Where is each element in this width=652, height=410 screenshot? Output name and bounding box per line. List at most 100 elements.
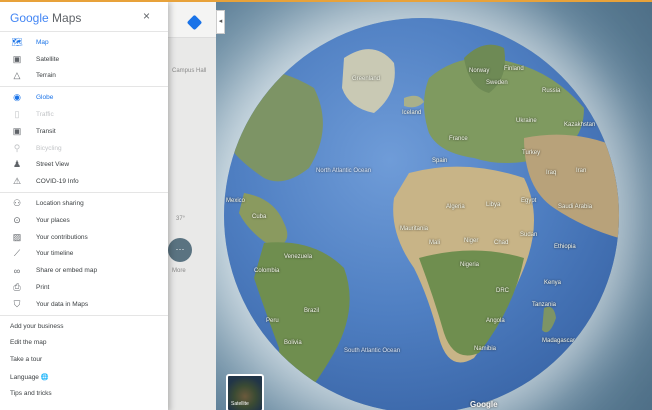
satellite-thumb-label: Satellite	[231, 401, 249, 407]
menu-item-your-data-in-maps[interactable]: ⛉ Your data in Maps	[0, 296, 168, 313]
menu-item-terrain[interactable]: △ Terrain	[0, 68, 168, 85]
transit-icon: ▣	[12, 125, 22, 136]
location-sharing-icon: ⚇	[12, 198, 22, 209]
globe[interactable]: Greenland Iceland Norway Sweden Finland …	[224, 18, 619, 410]
map-icon: 🗺	[11, 36, 23, 47]
place-label: Iceland	[402, 110, 422, 116]
place-label: Venezuela	[284, 254, 313, 260]
menu-item-globe[interactable]: ◉ Globe	[0, 89, 168, 106]
ocean-label: North Atlantic Ocean	[316, 168, 372, 174]
menu-item-label: Your places	[36, 216, 70, 224]
menu-item-label: Print	[36, 284, 50, 292]
menu-link-add-your-business[interactable]: Add your business	[0, 318, 168, 335]
menu-item-satellite[interactable]: ▣ Satellite	[0, 51, 168, 68]
side-menu: Google Maps × 🗺 Map ▣ Satellite △ Terrain ◉ Gl…	[0, 2, 168, 410]
print-icon: ⎙	[13, 282, 21, 293]
links-group: Add your business Edit the map Take a tour…	[0, 316, 168, 402]
place-label: Nigeria	[460, 262, 480, 268]
menu-item-map[interactable]: 🗺 Map	[0, 34, 168, 51]
place-label: Brazil	[304, 308, 320, 314]
place-label: Angola	[486, 318, 505, 324]
menu-item-label: Share or embed map	[36, 267, 98, 275]
menu-link-edit-the-map[interactable]: Edit the map	[0, 335, 168, 352]
google-maps-logo: Google Maps	[10, 11, 81, 25]
place-label: Tanzania	[532, 302, 557, 308]
place-label: Niger	[464, 238, 479, 244]
place-label: DRC	[496, 288, 509, 294]
menu-item-label: Transit	[36, 127, 56, 135]
place-label: Sweden	[486, 80, 508, 86]
logo-google: Google	[10, 11, 49, 25]
menu-item-transit[interactable]: ▣ Transit	[0, 123, 168, 140]
tools-group: ⚇ Location sharing ⊙ Your places ▨ Your contr…	[0, 193, 168, 316]
place-label: Saudi Arabia	[558, 204, 593, 210]
place-label: Algeria	[446, 204, 465, 210]
place-label: Chad	[494, 240, 509, 246]
menu-item-your-places[interactable]: ⊙ Your places	[0, 212, 168, 229]
menu-item-bicycling[interactable]: ⚲ Bicycling	[0, 140, 168, 157]
menu-item-label: Your timeline	[36, 250, 74, 258]
your-places-icon: ⊙	[13, 214, 21, 225]
place-label: Iran	[576, 168, 587, 174]
menu-item-label: Your data in Maps	[36, 300, 89, 308]
place-label: Kazakhstan	[564, 122, 596, 128]
weather-temp: 37°	[176, 216, 186, 222]
place-label: Mali	[429, 240, 441, 246]
street-view-icon: ♟	[12, 159, 22, 170]
place-label: Mauritania	[400, 226, 429, 232]
strip-place-label: Campus Hall	[172, 68, 207, 74]
ocean-label: South Atlantic Ocean	[344, 348, 401, 354]
satellite-layer-toggle[interactable]: Satellite	[226, 374, 264, 410]
place-label: Norway	[469, 68, 490, 74]
place-label: Ukraine	[516, 118, 537, 124]
place-label: Mexico	[226, 198, 246, 204]
menu-link-language[interactable]: Language 🌐	[0, 368, 168, 385]
menu-item-your-timeline[interactable]: ⟋ Your timeline	[0, 246, 168, 263]
globe-icon: ◉	[13, 92, 21, 103]
place-label: Cuba	[252, 214, 267, 220]
place-label: Egypt	[521, 198, 537, 204]
menu-item-label: Terrain	[36, 72, 56, 80]
place-label: Turkey	[522, 150, 541, 156]
traffic-icon: ▯	[14, 109, 20, 120]
side-menu-header: Google Maps ×	[0, 2, 168, 32]
place-label: Madagascar	[542, 338, 576, 344]
more-button[interactable]: ···	[168, 238, 192, 262]
map-overlay-strip	[168, 2, 216, 410]
map-type-group: 🗺 Map ▣ Satellite △ Terrain	[0, 32, 168, 88]
menu-item-label: Map	[36, 38, 49, 46]
menu-item-label: Your contributions	[36, 233, 88, 241]
collapse-side-panel-button[interactable]: ◂	[216, 10, 225, 34]
timeline-icon: ⟋	[13, 248, 21, 259]
share-embed-icon: ∞	[13, 265, 21, 276]
logo-maps: Maps	[52, 11, 82, 25]
menu-item-share-or-embed-map[interactable]: ∞ Share or embed map	[0, 262, 168, 279]
menu-item-traffic[interactable]: ▯ Traffic	[0, 106, 168, 123]
more-label: More	[172, 268, 186, 274]
covid-info-icon: ⚠	[12, 176, 22, 187]
place-label: Peru	[266, 318, 279, 324]
menu-link-take-a-tour[interactable]: Take a tour	[0, 351, 168, 368]
app-frame: Greenland Iceland Norway Sweden Finland …	[0, 0, 652, 410]
place-label: Russia	[542, 88, 561, 94]
menu-item-covid-19-info[interactable]: ⚠ COVID-19 Info	[0, 173, 168, 190]
menu-item-print[interactable]: ⎙ Print	[0, 279, 168, 296]
place-label: Iraq	[546, 170, 557, 176]
terrain-icon: △	[13, 70, 21, 81]
place-label: Finland	[504, 66, 524, 72]
place-label: Kenya	[544, 280, 562, 286]
place-label: Ethiopia	[554, 244, 576, 250]
menu-item-label: COVID-19 Info	[36, 178, 79, 186]
globe-landmass	[224, 44, 619, 408]
menu-item-your-contributions[interactable]: ▨ Your contributions	[0, 229, 168, 246]
menu-item-street-view[interactable]: ♟ Street View	[0, 157, 168, 174]
menu-item-label: Bicycling	[36, 144, 62, 152]
data-in-maps-icon: ⛉	[13, 298, 21, 309]
menu-link-tips-and-tricks[interactable]: Tips and tricks	[0, 385, 168, 402]
menu-item-location-sharing[interactable]: ⚇ Location sharing	[0, 195, 168, 212]
menu-item-label: Street View	[36, 161, 70, 169]
google-watermark: Google	[470, 400, 498, 409]
place-label: Namibia	[474, 346, 497, 352]
close-icon[interactable]: ×	[143, 9, 150, 23]
place-label: Libya	[486, 202, 501, 208]
